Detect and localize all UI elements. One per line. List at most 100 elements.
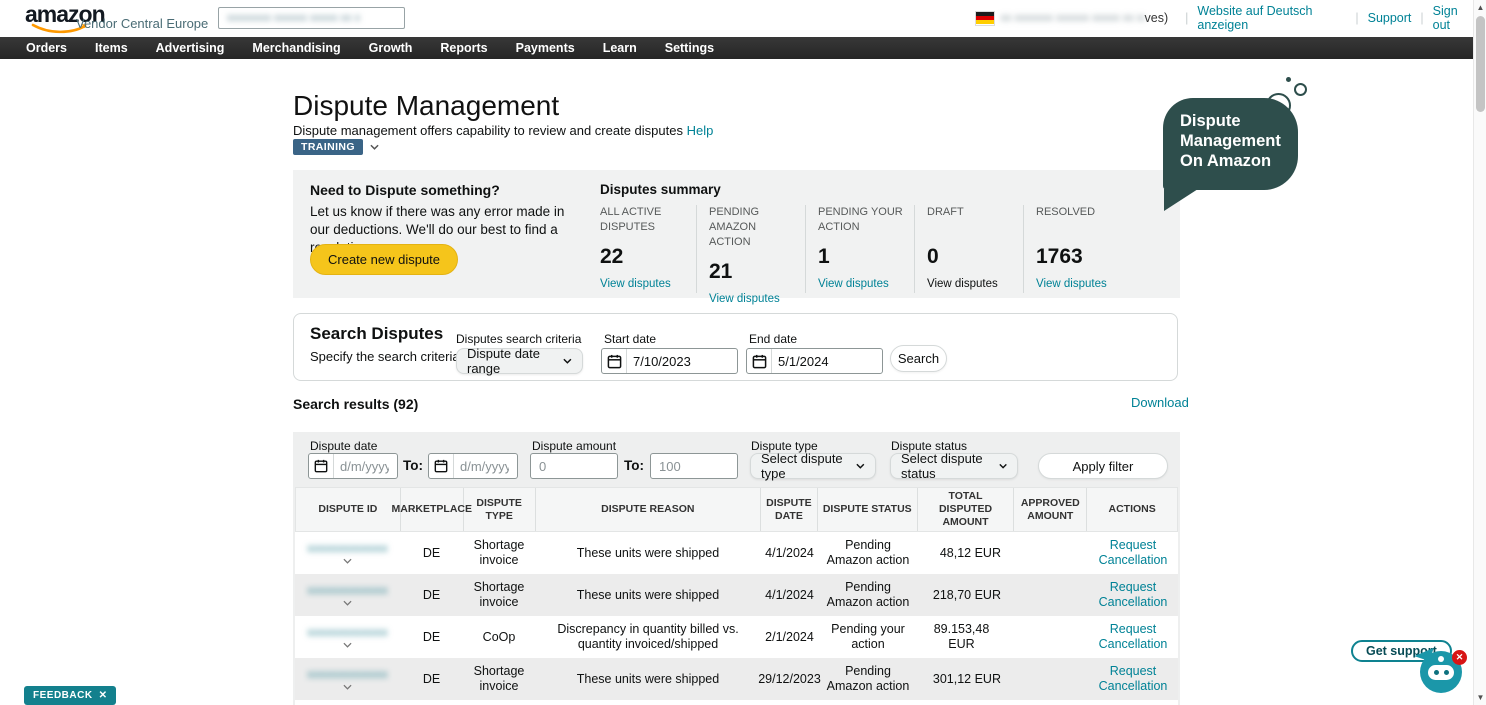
vendor-central-label: Vendor Central Europe bbox=[76, 16, 208, 31]
chevron-down-icon bbox=[856, 463, 865, 469]
end-date-label: End date bbox=[749, 332, 797, 346]
calendar-icon[interactable] bbox=[309, 454, 334, 478]
page-subtitle: Dispute management offers capability to … bbox=[293, 123, 713, 138]
search-criteria-select[interactable]: Dispute date range bbox=[456, 348, 583, 374]
calendar-icon[interactable] bbox=[429, 454, 454, 478]
training-badge[interactable]: TRAINING bbox=[293, 139, 363, 155]
search-button[interactable]: Search bbox=[890, 345, 947, 372]
nav-reports[interactable]: Reports bbox=[426, 41, 501, 55]
expand-row-icon[interactable] bbox=[343, 558, 352, 564]
scroll-down-icon[interactable]: ▼ bbox=[1474, 693, 1486, 702]
close-icon[interactable]: ✕ bbox=[99, 690, 108, 701]
nav-orders[interactable]: Orders bbox=[12, 41, 81, 55]
end-date-field[interactable] bbox=[772, 354, 880, 369]
dispute-type-cell: Shortage invoice bbox=[463, 658, 535, 700]
nav-growth[interactable]: Growth bbox=[355, 41, 427, 55]
approved-amount-cell bbox=[1015, 616, 1088, 658]
signout-link[interactable]: Sign out bbox=[1433, 4, 1473, 32]
nav-settings[interactable]: Settings bbox=[651, 41, 728, 55]
dispute-reason-cell: Discrepancy in quantity billed vs. quant… bbox=[535, 616, 761, 658]
dispute-status-cell: Pending your action bbox=[818, 616, 918, 658]
summary-all-active: ALL ACTIVE DISPUTES 22 View disputes bbox=[600, 205, 697, 293]
nav-payments[interactable]: Payments bbox=[502, 41, 589, 55]
filter-date-to-field[interactable] bbox=[454, 459, 515, 474]
help-link[interactable]: Help bbox=[687, 123, 714, 138]
table-row: xxxxxxxxxxxxxx DE Shortage invoice These… bbox=[295, 574, 1178, 616]
filter-amount-min-field[interactable] bbox=[531, 454, 617, 478]
apply-filter-button[interactable]: Apply filter bbox=[1038, 453, 1168, 479]
nav-learn[interactable]: Learn bbox=[589, 41, 651, 55]
total-amount-cell: 301,12 EUR bbox=[918, 658, 1015, 700]
dispute-status-cell: Pending Amazon action bbox=[818, 532, 918, 574]
view-disputes-link[interactable]: View disputes bbox=[1036, 278, 1107, 290]
promo-graphic: Dispute Management On Amazon bbox=[1163, 76, 1315, 216]
filter-amount-min-input[interactable] bbox=[530, 453, 618, 479]
scrollbar-thumb[interactable] bbox=[1476, 16, 1485, 112]
start-date-field[interactable] bbox=[627, 354, 735, 369]
language-toggle-link[interactable]: Website auf Deutsch anzeigen bbox=[1197, 4, 1346, 32]
nav-items[interactable]: Items bbox=[81, 41, 142, 55]
end-date-input[interactable] bbox=[746, 348, 883, 374]
total-amount-cell: 48,12 EUR bbox=[918, 532, 1015, 574]
filter-type-select[interactable]: Select dispute type bbox=[750, 453, 876, 479]
filter-date-to-input[interactable] bbox=[428, 453, 518, 479]
view-disputes-link[interactable]: View disputes bbox=[600, 278, 671, 290]
request-cancellation-link[interactable]: Request Cancellation bbox=[1092, 538, 1174, 568]
dispute-id-link[interactable]: xxxxxxxxxxxxxx bbox=[307, 542, 388, 557]
calendar-icon[interactable] bbox=[602, 349, 627, 373]
total-amount-cell: 89.153,48 EUR bbox=[918, 616, 1015, 658]
request-cancellation-link[interactable]: Request Cancellation bbox=[1092, 664, 1174, 694]
download-link[interactable]: Download bbox=[1131, 395, 1189, 410]
filter-amount-max-input[interactable] bbox=[650, 453, 738, 479]
filter-amount-max-field[interactable] bbox=[651, 454, 737, 478]
search-disputes-card: Search Disputes Specify the search crite… bbox=[293, 313, 1178, 381]
dispute-id-link[interactable]: xxxxxxxxxxxxxx bbox=[307, 584, 388, 599]
col-marketplace: MARKETPLACE bbox=[401, 488, 464, 531]
account-selector-value: xxxxxxxx xxxxxx xxxxx xx x bbox=[227, 12, 360, 24]
filter-status-select[interactable]: Select dispute status bbox=[890, 453, 1018, 479]
filter-date-from-input[interactable] bbox=[308, 453, 398, 479]
view-disputes-link[interactable]: View disputes bbox=[818, 278, 889, 290]
col-actions: ACTIONS bbox=[1087, 488, 1177, 531]
account-name-suffix: ves) bbox=[1145, 11, 1169, 25]
summary-pending-your: PENDING YOUR ACTION 1 View disputes bbox=[806, 205, 915, 293]
nav-merchandising[interactable]: Merchandising bbox=[238, 41, 354, 55]
view-disputes-link[interactable]: View disputes bbox=[709, 293, 780, 305]
dispute-id-link[interactable]: xxxxxxxxxxxxxx bbox=[307, 626, 388, 641]
to-label: To: bbox=[403, 458, 423, 473]
table-row: xxxxxxxxxxxxxx DE Shortage invoice These… bbox=[295, 532, 1178, 574]
request-cancellation-link[interactable]: Request Cancellation bbox=[1092, 580, 1174, 610]
dispute-id-link[interactable]: xxxxxxxxxxxxxx bbox=[307, 668, 388, 683]
feedback-button[interactable]: FEEDBACK ✕ bbox=[24, 686, 116, 705]
expand-row-icon[interactable] bbox=[343, 684, 352, 690]
search-disputes-subheading: Specify the search criteria bbox=[310, 349, 460, 364]
chevron-down-icon bbox=[563, 358, 572, 364]
account-selector[interactable]: xxxxxxxx xxxxxx xxxxx xx x bbox=[218, 7, 405, 29]
search-disputes-heading: Search Disputes bbox=[310, 324, 443, 344]
scroll-up-icon[interactable]: ▲ bbox=[1474, 3, 1486, 12]
disputes-table: DISPUTE ID MARKETPLACE DISPUTE TYPE DISP… bbox=[295, 487, 1178, 705]
dispute-reason-cell: These units were shipped bbox=[535, 658, 761, 700]
expand-row-icon[interactable] bbox=[343, 600, 352, 606]
create-new-dispute-button[interactable]: Create new dispute bbox=[310, 244, 458, 275]
main-nav: Orders Items Advertising Merchandising G… bbox=[0, 37, 1473, 59]
expand-row-icon[interactable] bbox=[343, 642, 352, 648]
table-row: xxxxxxxxxxxxxx DE CoOp Discrepancy in qu… bbox=[295, 616, 1178, 658]
summary-draft: DRAFT 0 View disputes bbox=[915, 205, 1024, 293]
view-disputes-link[interactable]: View disputes bbox=[927, 278, 998, 290]
dismiss-chatbot-icon[interactable]: ✕ bbox=[1452, 650, 1467, 665]
approved-amount-cell bbox=[1015, 574, 1088, 616]
vertical-scrollbar[interactable]: ▲ ▼ bbox=[1473, 0, 1486, 705]
start-date-input[interactable] bbox=[601, 348, 738, 374]
start-date-label: Start date bbox=[604, 332, 656, 346]
filter-amount-label: Dispute amount bbox=[532, 439, 616, 453]
summary-pending-amazon: PENDING AMAZON ACTION 21 View disputes bbox=[697, 205, 806, 293]
chevron-down-icon[interactable] bbox=[370, 144, 379, 150]
nav-advertising[interactable]: Advertising bbox=[142, 41, 239, 55]
calendar-icon[interactable] bbox=[747, 349, 772, 373]
request-cancellation-link[interactable]: Request Cancellation bbox=[1092, 622, 1174, 652]
support-link[interactable]: Support bbox=[1368, 11, 1412, 25]
col-dispute-status: DISPUTE STATUS bbox=[818, 488, 918, 531]
dispute-date-cell: 4/1/2024 bbox=[761, 574, 818, 616]
filter-date-from-field[interactable] bbox=[334, 459, 395, 474]
